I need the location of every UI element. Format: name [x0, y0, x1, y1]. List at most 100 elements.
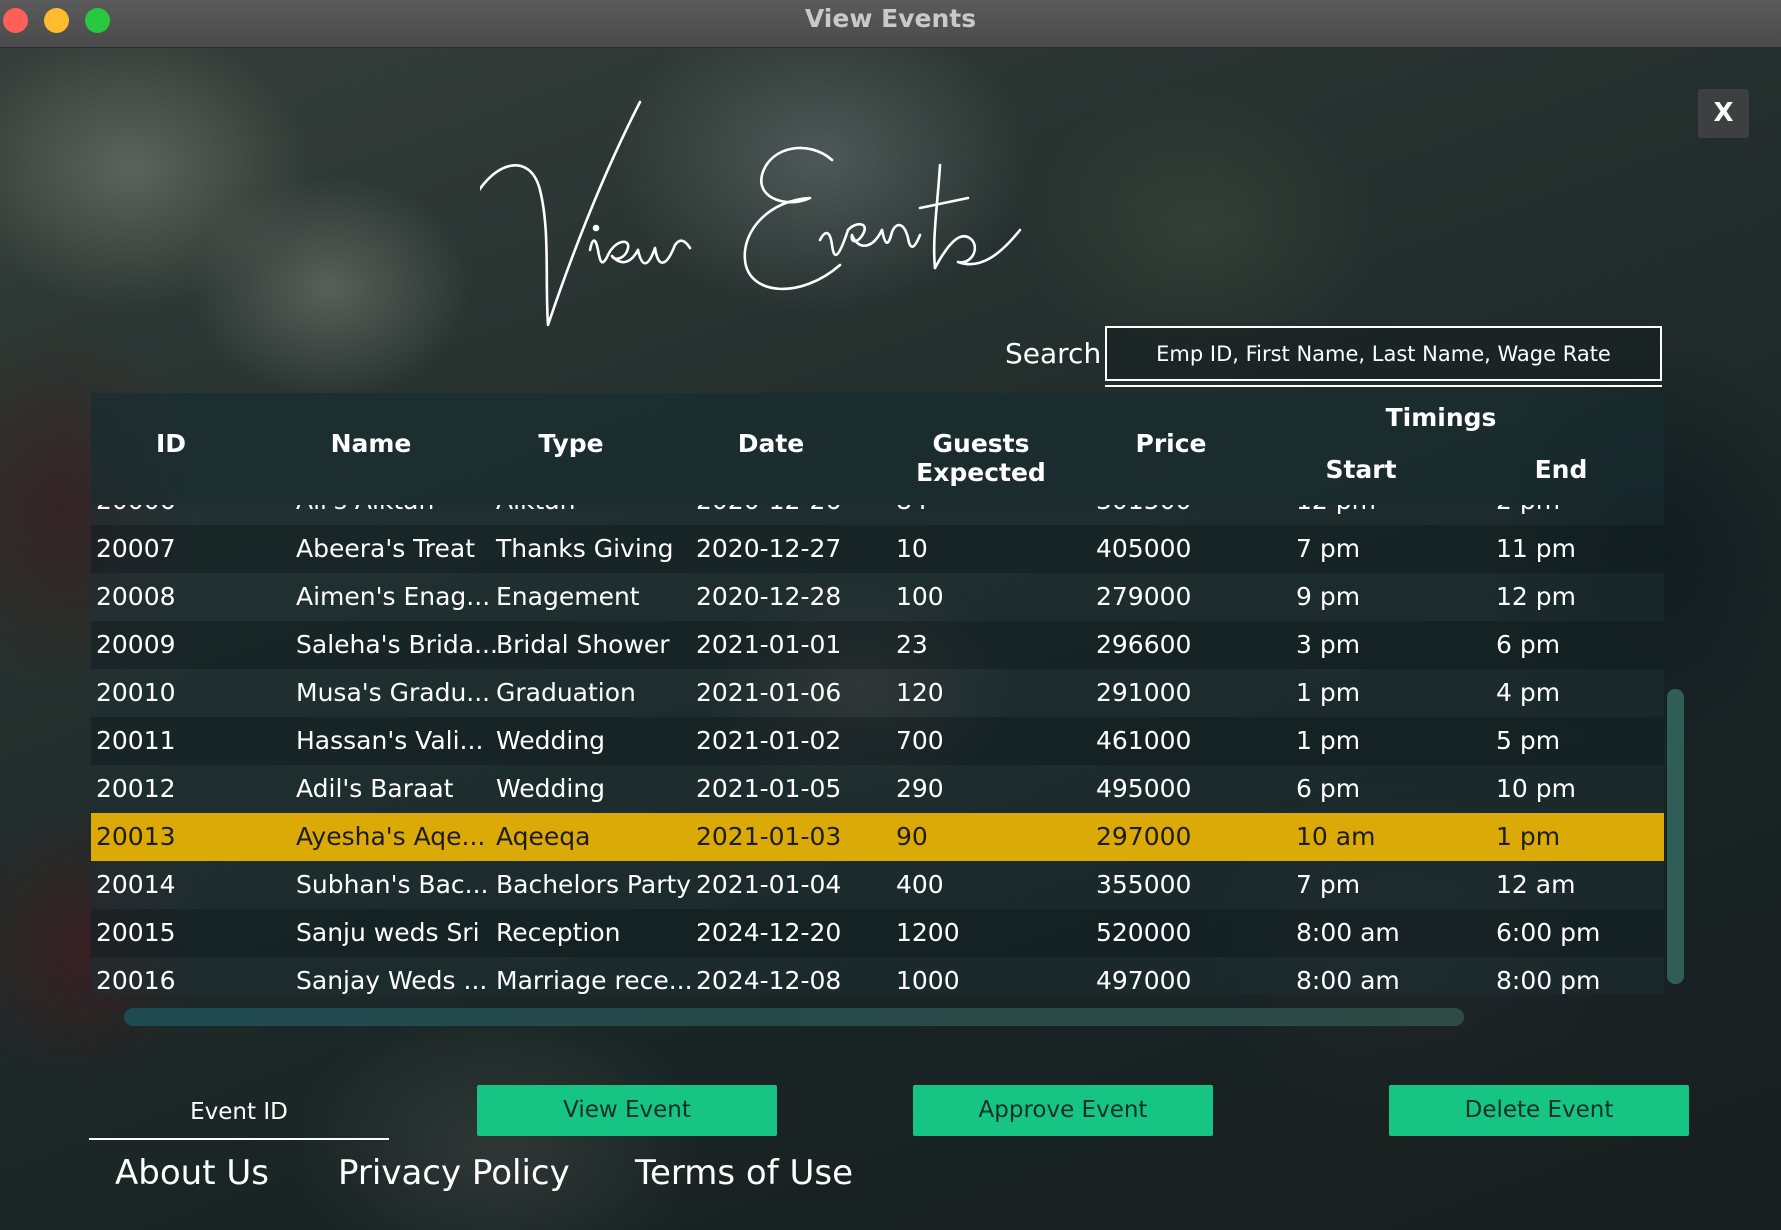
cell-start: 8:00 am	[1296, 918, 1400, 947]
cell-date: 2024-12-20	[696, 918, 842, 947]
table-vertical-scrollbar[interactable]	[1667, 689, 1684, 984]
privacy-policy-link[interactable]: Privacy Policy	[338, 1153, 570, 1193]
event-id-input[interactable]	[89, 1088, 389, 1136]
cell-id: 20009	[96, 630, 176, 659]
page-title-script	[466, 90, 1180, 340]
cell-type: Marriage rece...	[496, 966, 693, 995]
cell-end: 6 pm	[1496, 630, 1561, 659]
cell-price: 495000	[1096, 774, 1192, 803]
cell-id: 20016	[96, 966, 176, 995]
column-header-date[interactable]: Date	[691, 429, 851, 458]
cell-name: Sanju weds Sri	[296, 918, 480, 947]
cell-id: 20008	[96, 582, 176, 611]
cell-price: 461000	[1096, 726, 1192, 755]
cell-name: Ali's Aiktah	[296, 505, 434, 525]
event-id-field	[89, 1088, 389, 1140]
cell-price: 497000	[1096, 966, 1192, 995]
cell-end: 10 pm	[1496, 774, 1576, 803]
terms-of-use-link[interactable]: Terms of Use	[635, 1153, 853, 1193]
cell-id: 20010	[96, 678, 176, 707]
about-us-link[interactable]: About Us	[115, 1153, 269, 1193]
cell-name: Aimen's Enag...	[296, 582, 491, 611]
cell-guests: 400	[896, 870, 944, 899]
cell-name: Musa's Gradu...	[296, 678, 491, 707]
cell-end: 4 pm	[1496, 678, 1561, 707]
cell-id: 20015	[96, 918, 176, 947]
cell-date: 2021-01-01	[696, 630, 842, 659]
cell-id: 20012	[96, 774, 176, 803]
cell-start: 8:00 am	[1296, 966, 1400, 995]
cell-date: 2021-01-02	[696, 726, 842, 755]
cell-name: Sanjay Weds ...	[296, 966, 488, 995]
cell-end: 12 pm	[1496, 582, 1576, 611]
cell-type: Graduation	[496, 678, 636, 707]
cell-price: 301500	[1096, 505, 1191, 525]
close-button[interactable]: X	[1698, 89, 1749, 138]
cell-end: 5 pm	[1496, 726, 1561, 755]
cell-start: 3 pm	[1296, 630, 1361, 659]
cell-price: 296600	[1096, 630, 1192, 659]
column-header-start[interactable]: Start	[1291, 455, 1431, 484]
column-header-guests[interactable]: Guests Expected	[871, 429, 1091, 487]
cell-name: Adil's Baraat	[296, 774, 454, 803]
cell-type: Bachelors Party	[496, 870, 692, 899]
table-row[interactable]: 20011 Hassan's Vali... Wedding 2021-01-02 70…	[91, 717, 1664, 765]
cell-date: 2020-12-26	[696, 505, 841, 525]
table-row[interactable]: 20008 Aimen's Enag... Enagement 2020-12-28 1…	[91, 573, 1664, 621]
approve-event-button[interactable]: Approve Event	[913, 1085, 1213, 1136]
events-table: ID Name Type Date Guests Expected Price …	[91, 393, 1664, 1003]
cell-name: Abeera's Treat	[296, 534, 476, 563]
script-title-art	[466, 100, 1022, 327]
cell-start: 7 pm	[1296, 534, 1361, 563]
cell-end: 8:00 pm	[1496, 966, 1601, 995]
search-input[interactable]	[1107, 328, 1660, 379]
cell-guests: 23	[896, 630, 928, 659]
cell-price: 520000	[1096, 918, 1192, 947]
column-header-type[interactable]: Type	[491, 429, 651, 458]
cell-date: 2021-01-04	[696, 870, 842, 899]
cell-price: 279000	[1096, 582, 1192, 611]
cell-end: 12 am	[1496, 870, 1576, 899]
cell-end: 11 pm	[1496, 534, 1576, 563]
cell-date: 2021-01-05	[696, 774, 842, 803]
cell-date: 2020-12-28	[696, 582, 842, 611]
table-row-selected[interactable]: 20013 Ayesha's Aqe... Aqeeqa 2021-01-03 90 29…	[91, 813, 1664, 861]
cell-guests: 120	[896, 678, 944, 707]
table-row[interactable]: 20009 Saleha's Brida... Bridal Shower 2021-…	[91, 621, 1664, 669]
event-id-underline	[89, 1138, 389, 1140]
cell-name: Hassan's Vali...	[296, 726, 484, 755]
cell-guests: 1200	[896, 918, 960, 947]
table-row[interactable]: 20012 Adil's Baraat Wedding 2021-01-05 290 49…	[91, 765, 1664, 813]
column-header-name[interactable]: Name	[291, 429, 451, 458]
column-header-price[interactable]: Price	[1091, 429, 1251, 458]
cell-price: 355000	[1096, 870, 1192, 899]
cell-type: Wedding	[496, 774, 606, 803]
window-titlebar: View Events	[0, 0, 1781, 48]
cell-name: Ayesha's Aqe...	[296, 822, 486, 851]
cell-type: Thanks Giving	[496, 534, 674, 563]
cell-id: 20013	[96, 822, 176, 851]
cell-guests: 10	[896, 534, 928, 563]
table-horizontal-scrollbar[interactable]	[124, 1008, 1464, 1026]
cell-price: 405000	[1096, 534, 1192, 563]
cell-type: Wedding	[496, 726, 606, 755]
view-event-button[interactable]: View Event	[477, 1085, 777, 1136]
table-row[interactable]: 20014 Subhan's Bac... Bachelors Party 2021-…	[91, 861, 1664, 909]
table-row[interactable]: 20007 Abeera's Treat Thanks Giving 2020-12-…	[91, 525, 1664, 573]
cell-start: 10 am	[1296, 822, 1376, 851]
cell-start: 12 pm	[1296, 505, 1376, 525]
column-header-end[interactable]: End	[1481, 455, 1641, 484]
table-body[interactable]: 20006 Ali's Aiktah Aiktah 2020-12-26 84 …	[91, 505, 1664, 995]
table-header: ID Name Type Date Guests Expected Price …	[91, 393, 1664, 505]
table-row[interactable]: 20015 Sanju weds Sri Reception 2024-12-20 12…	[91, 909, 1664, 957]
table-row[interactable]: 20006 Ali's Aiktah Aiktah 2020-12-26 84 …	[91, 505, 1664, 525]
cell-type: Reception	[496, 918, 621, 947]
table-row[interactable]: 20010 Musa's Gradu... Graduation 2021-01-06…	[91, 669, 1664, 717]
cell-start: 7 pm	[1296, 870, 1361, 899]
column-header-id[interactable]: ID	[91, 429, 251, 458]
table-row[interactable]: 20016 Sanjay Weds ... Marriage rece... 2024…	[91, 957, 1664, 995]
delete-event-button[interactable]: Delete Event	[1389, 1085, 1689, 1136]
cell-type: Aiktah	[496, 505, 576, 525]
cell-start: 9 pm	[1296, 582, 1361, 611]
cell-date: 2024-12-08	[696, 966, 842, 995]
